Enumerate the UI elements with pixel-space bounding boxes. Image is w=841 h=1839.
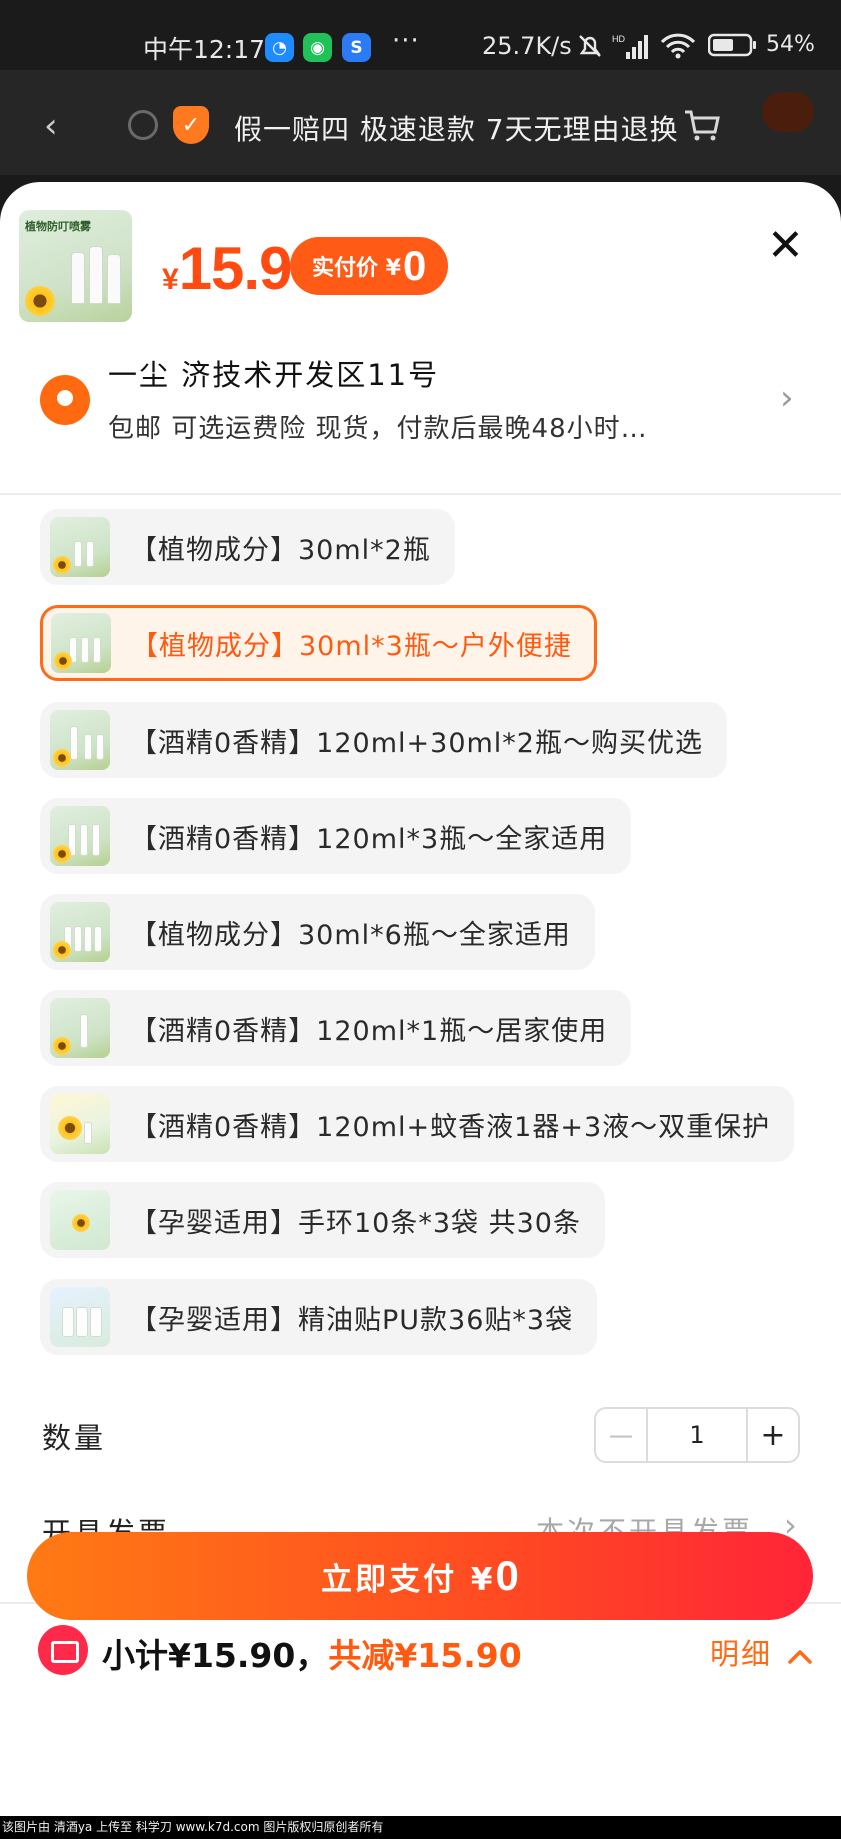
wechat-app-icon: ◉	[303, 33, 332, 62]
search-icon[interactable]	[128, 110, 158, 140]
increment-button[interactable]: +	[746, 1409, 798, 1461]
sku-option[interactable]: 【孕婴适用】精油贴PU款36贴*3袋	[40, 1279, 598, 1355]
quantity-value[interactable]: 1	[648, 1409, 746, 1461]
option-label: 【植物成分】30ml*2瓶	[130, 534, 431, 566]
close-icon[interactable]: ✕	[767, 220, 804, 271]
detail-label: 明细	[710, 1637, 773, 1671]
sku-option[interactable]: 【植物成分】30ml*6瓶～全家适用	[40, 894, 595, 970]
cart-count-badge	[762, 92, 814, 132]
option-label: 【酒精0香精】120ml+30ml*2瓶～购买优选	[130, 727, 703, 759]
shield-check-icon: ✓	[173, 106, 209, 144]
option-thumbnail	[50, 1094, 110, 1154]
sku-option[interactable]: 【酒精0香精】120ml+30ml*2瓶～购买优选	[40, 702, 727, 778]
coupon-icon	[38, 1625, 88, 1675]
option-thumbnail	[50, 902, 110, 962]
mute-bell-icon	[579, 35, 601, 57]
option-thumbnail	[50, 1190, 110, 1250]
delivery-info: 包邮 可选运费险 现货，付款后最晚48小时…	[108, 414, 648, 444]
chevron-left-icon[interactable]: ‹	[44, 106, 58, 146]
option-thumbnail	[50, 710, 110, 770]
divider	[0, 493, 841, 495]
battery-icon	[708, 33, 756, 57]
sku-option[interactable]: 【酒精0香精】120ml*1瓶～居家使用	[40, 990, 632, 1066]
product-price: ¥15.9	[162, 235, 292, 302]
subtotal-text: 小计¥15.90，	[102, 1636, 329, 1675]
sku-option[interactable]: 【植物成分】30ml*2瓶	[40, 509, 455, 585]
option-label: 【孕婴适用】手环10条*3袋 共30条	[130, 1207, 581, 1239]
sku-selection-sheet: 植物防叮喷雾 ¥15.9 实付价 ¥0 ✕ 一尘 济技术开发区11号 包邮 可选…	[0, 182, 841, 1839]
wifi-icon	[660, 33, 696, 59]
address-title: 一尘 济技术开发区11号	[108, 358, 440, 392]
detail-toggle[interactable]: 明细	[710, 1631, 813, 1673]
watermark: 该图片由 清酒ya 上传至 科学刀 www.k7d.com 图片版权归原创者所有	[0, 1816, 841, 1839]
option-label: 【植物成分】30ml*3瓶～户外便捷	[131, 630, 572, 662]
location-pin-icon	[40, 375, 90, 425]
sku-option[interactable]: 【孕婴适用】手环10条*3袋 共30条	[40, 1182, 605, 1258]
chevron-up-icon	[788, 1650, 812, 1664]
option-label: 【酒精0香精】120ml+蚊香液1器+3液～双重保护	[130, 1111, 771, 1143]
clock: 中午12:17	[143, 35, 266, 64]
chevron-right-icon: ›	[780, 378, 794, 418]
more-notifications-icon: ···	[392, 26, 420, 56]
status-bar: 中午12:17 ◔ ◉ S ··· 25.7K/s HD 54%	[0, 0, 841, 70]
sunflower-graphic	[25, 286, 55, 316]
quantity-stepper: － 1 +	[594, 1407, 800, 1463]
pay-now-button[interactable]: 立即支付 ¥0	[27, 1532, 813, 1620]
svg-text:HD: HD	[612, 34, 625, 44]
option-label: 【孕婴适用】精油贴PU款36贴*3袋	[130, 1304, 574, 1336]
product-thumbnail-caption: 植物防叮喷雾	[25, 220, 91, 233]
product-thumbnail[interactable]: 植物防叮喷雾	[19, 210, 132, 322]
network-speed: 25.7K/s	[482, 32, 572, 60]
decrement-button[interactable]: －	[596, 1409, 648, 1461]
signal-icon: HD	[612, 34, 648, 59]
option-thumbnail	[50, 998, 110, 1058]
option-label: 【酒精0香精】120ml*1瓶～居家使用	[130, 1015, 608, 1047]
option-thumbnail	[50, 1287, 110, 1347]
cart-icon[interactable]	[683, 108, 721, 142]
sku-option[interactable]: 【酒精0香精】120ml+蚊香液1器+3液～双重保护	[40, 1086, 795, 1162]
option-thumbnail	[51, 613, 111, 673]
actual-price-badge: 实付价 ¥0	[290, 237, 449, 295]
option-label: 【酒精0香精】120ml*3瓶～全家适用	[130, 823, 608, 855]
sku-option[interactable]: 【酒精0香精】120ml*3瓶～全家适用	[40, 798, 632, 874]
option-thumbnail	[50, 517, 110, 577]
option-thumbnail	[50, 806, 110, 866]
guarantee-banner: 假一赔四 极速退款 7天无理由退换	[234, 113, 679, 146]
sku-option-selected[interactable]: 【植物成分】30ml*3瓶～户外便捷	[40, 605, 597, 681]
app-s-icon: S	[342, 33, 371, 62]
page-header: ‹ ✓ 假一赔四 极速退款 7天无理由退换	[0, 70, 841, 175]
discount-text: 共减¥15.90	[328, 1636, 522, 1675]
qq-app-icon: ◔	[265, 33, 294, 62]
price-summary: 小计¥15.90，共减¥15.90	[102, 1629, 522, 1677]
quantity-label: 数量	[42, 1421, 107, 1455]
battery-percent: 54%	[766, 32, 815, 57]
option-label: 【植物成分】30ml*6瓶～全家适用	[130, 919, 571, 951]
